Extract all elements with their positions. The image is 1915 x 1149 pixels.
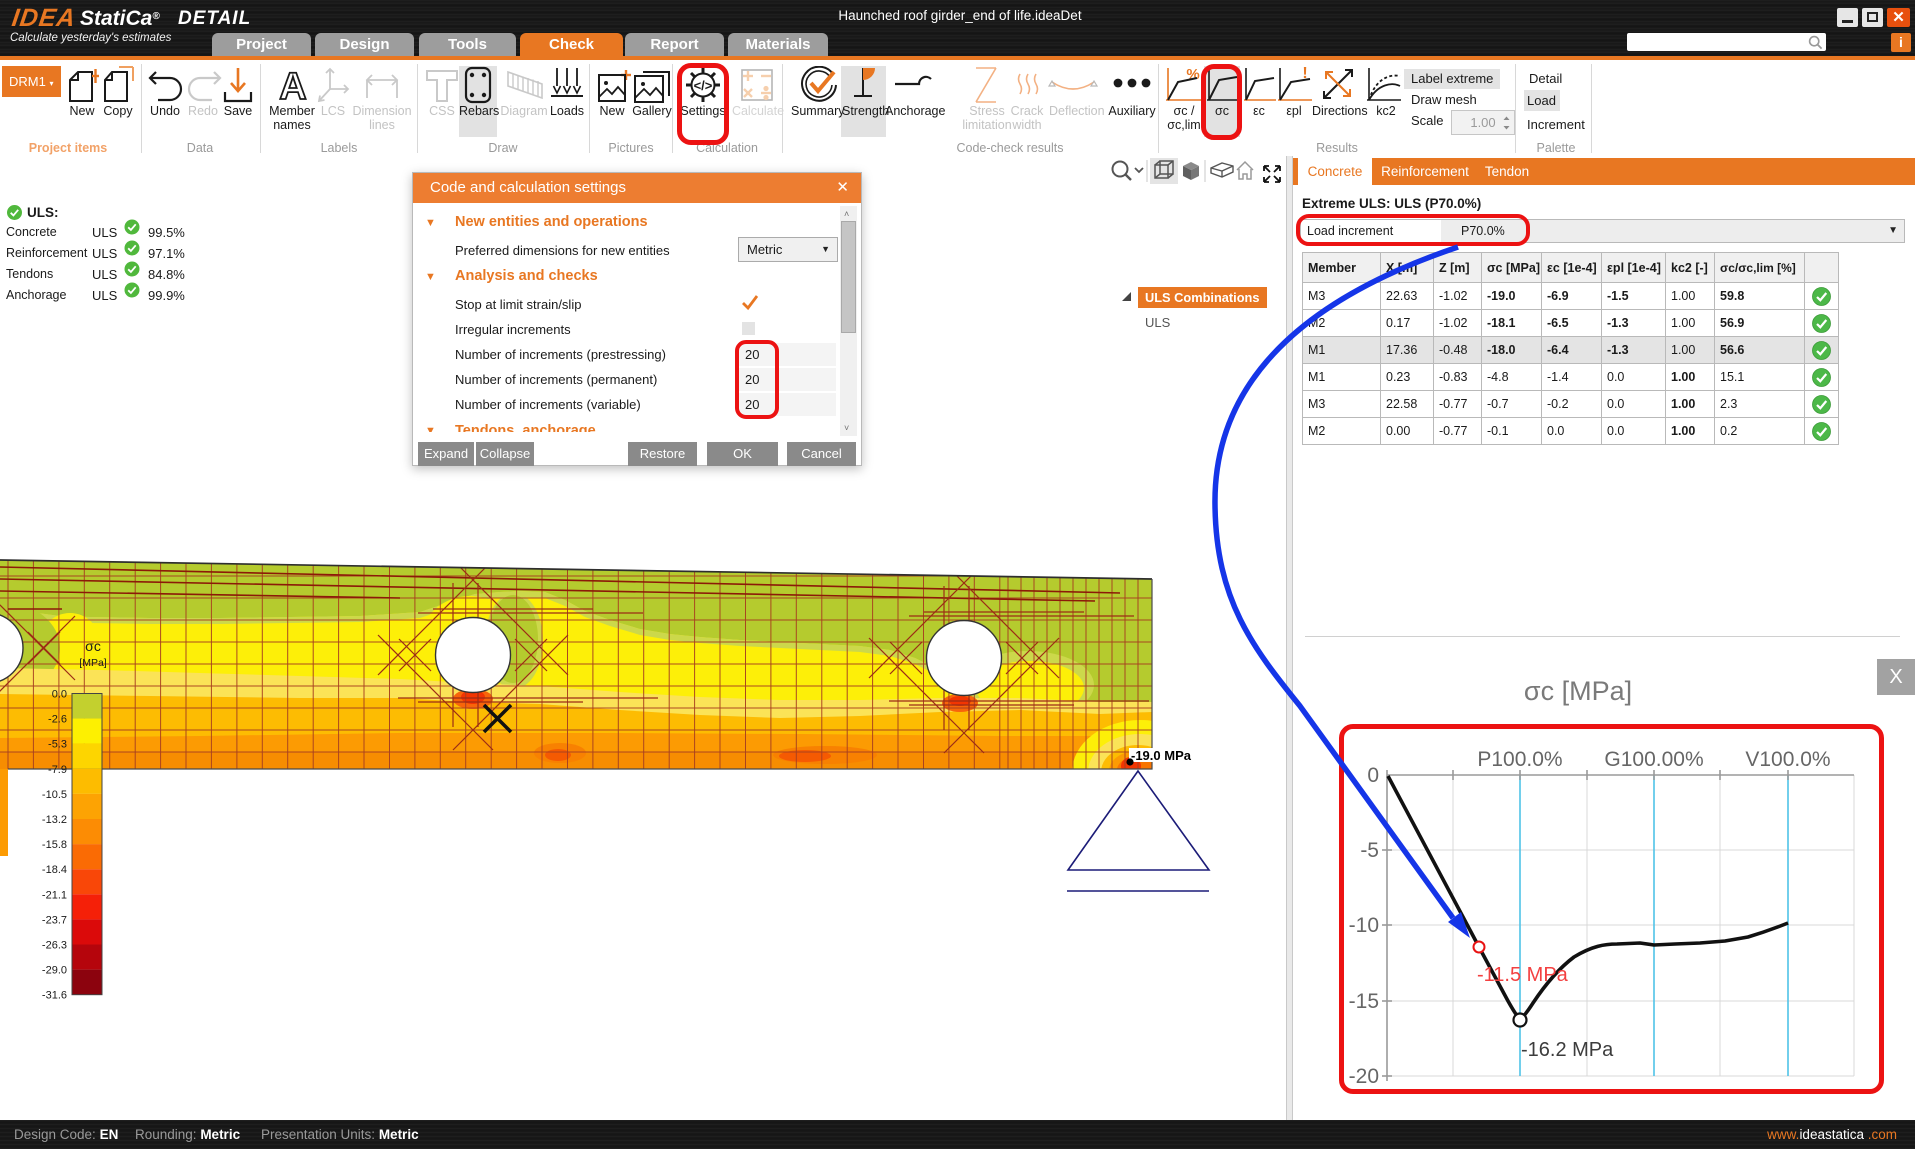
svg-text:ULS Combinations: ULS Combinations [1145,290,1259,305]
svg-text:-13.2: -13.2 [42,814,67,826]
svg-text:-10.5: -10.5 [42,789,67,801]
svg-text:-7.9: -7.9 [48,764,67,776]
svg-text:0.0: 0.0 [52,689,67,701]
svg-text:A: A [279,69,306,103]
svg-text:-29.0: -29.0 [42,965,67,977]
svg-text:-2.6: -2.6 [48,714,67,726]
svg-text:-19.0 MPa: -19.0 MPa [1131,748,1192,763]
svg-text:-5.3: -5.3 [48,739,67,751]
svg-text:-15.8: -15.8 [42,839,67,851]
svg-text:-23.7: -23.7 [42,914,67,926]
svg-text:!: ! [1302,66,1307,82]
svg-text:-21.1: -21.1 [42,889,67,901]
svg-text:-31.6: -31.6 [42,990,67,1002]
svg-text:-18.4: -18.4 [42,864,67,876]
svg-text:ULS: ULS [1145,315,1171,330]
svg-text:[MPa]: [MPa] [79,657,107,669]
svg-text:-26.3: -26.3 [42,940,67,952]
svg-text:σc: σc [85,638,101,654]
